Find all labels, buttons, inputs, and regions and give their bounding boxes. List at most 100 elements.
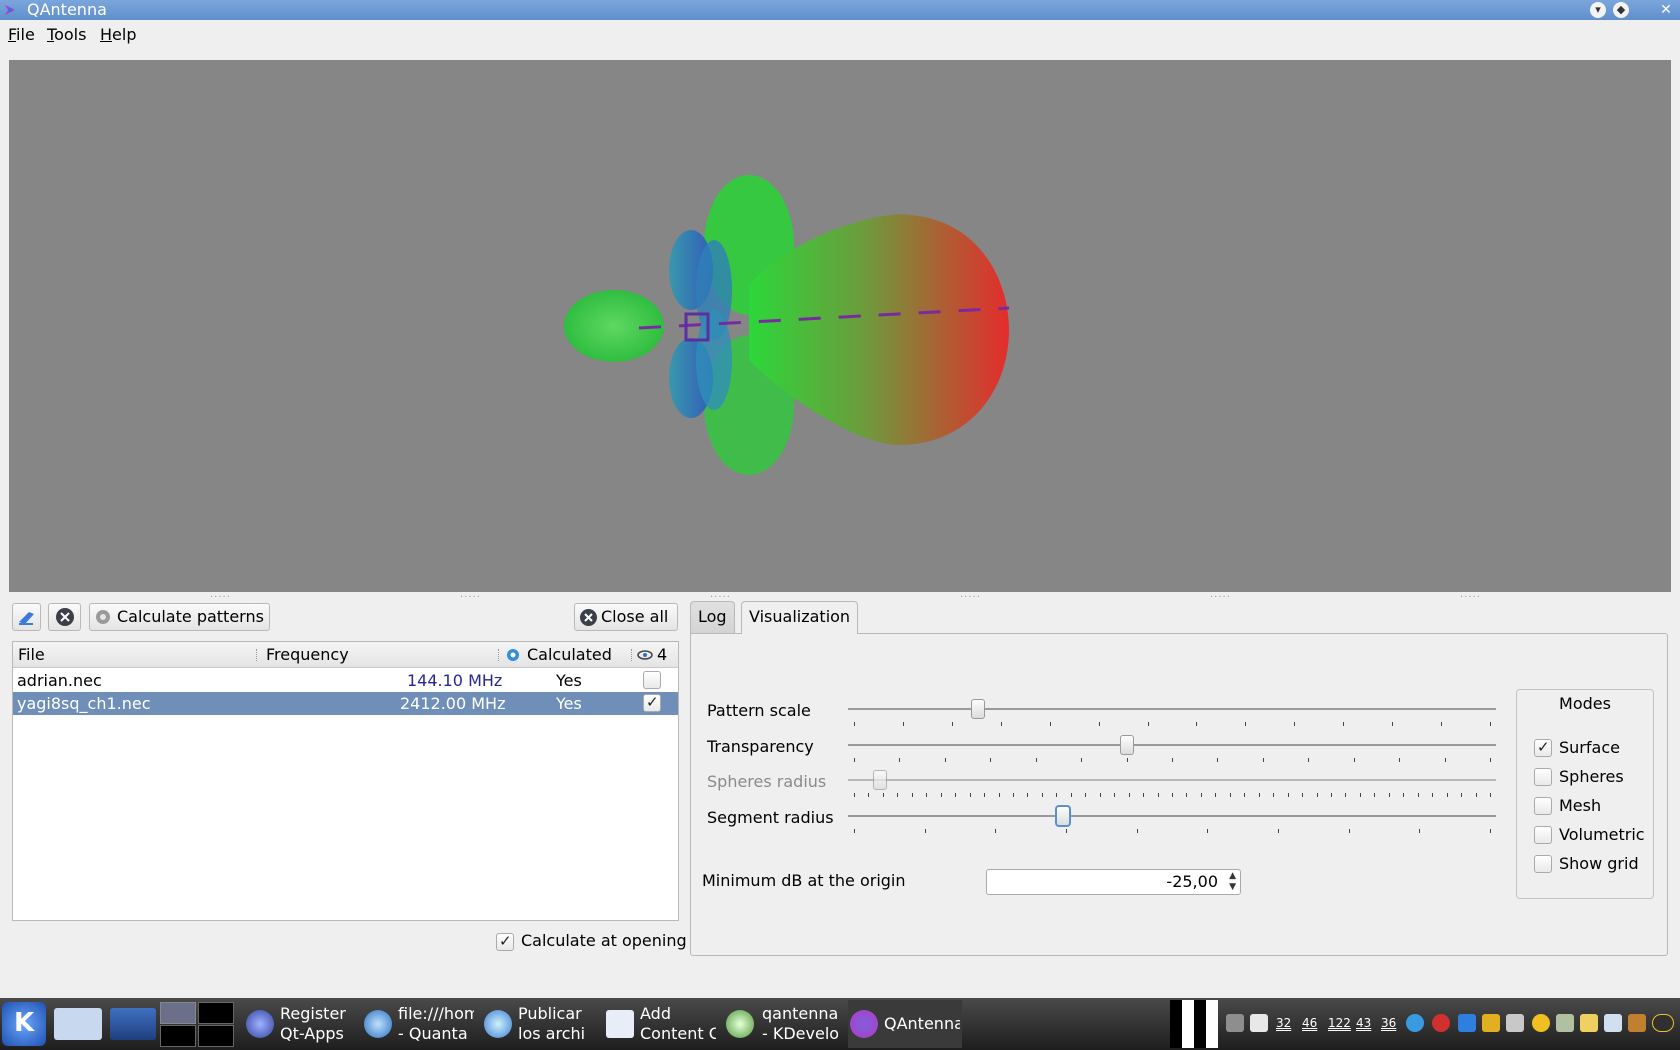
music-icon[interactable] (1556, 1014, 1574, 1032)
splitter-handle[interactable]: ····· (460, 592, 481, 603)
slider-tick (1027, 793, 1029, 797)
task-kdevelop[interactable]: qantenna - KDevelo (726, 1000, 840, 1048)
calculate-patterns-button[interactable]: Calculate patterns (89, 603, 270, 631)
table-row[interactable]: yagi8sq_ch1.nec 2412.00 MHz Yes (13, 692, 678, 715)
star-icon[interactable] (1532, 1014, 1550, 1032)
remove-icon (56, 608, 74, 626)
kde-menu-button[interactable]: K (2, 1002, 46, 1046)
segment-radius-handle[interactable] (1054, 805, 1071, 827)
splitter-handle[interactable]: ····· (210, 592, 231, 603)
column-header-frequency[interactable]: Frequency (266, 645, 349, 664)
segment-radius-slider[interactable] (848, 815, 1496, 817)
pager-desktop-2[interactable] (198, 1002, 234, 1024)
task-title: QAntenna (884, 1014, 960, 1033)
pager-desktop-1[interactable] (160, 1002, 196, 1024)
spinbox-arrows-icon[interactable]: ▲ ▼ (1229, 871, 1236, 893)
slider-tick (1143, 793, 1145, 797)
file-table[interactable]: File Frequency Calculated 4 adrian.nec 1… (12, 641, 679, 921)
remove-file-button[interactable] (48, 603, 81, 631)
task-qantenna[interactable]: QAntenna (848, 1000, 962, 1048)
menu-file[interactable]: File (8, 25, 35, 44)
bluetooth-icon[interactable] (1432, 1014, 1450, 1032)
volumetric-checkbox[interactable] (1534, 826, 1552, 844)
clipboard-icon[interactable] (1250, 1014, 1268, 1032)
calculate-at-opening-label[interactable]: Calculate at opening (521, 931, 687, 950)
task-register[interactable]: Register Qt-Apps (246, 1000, 356, 1048)
radiation-pattern-viewport[interactable] (9, 60, 1671, 592)
close-all-button[interactable]: Close all (574, 603, 678, 631)
slider-tick (854, 722, 855, 726)
desktop-preview-icon[interactable] (110, 1008, 156, 1040)
pager-desktop-4[interactable] (198, 1025, 234, 1047)
volume-icon[interactable] (1506, 1014, 1524, 1032)
display-icon[interactable] (1604, 1014, 1622, 1032)
pattern-scale-slider[interactable] (848, 708, 1496, 710)
modes-group: Modes Surface Spheres Mesh Volumetric Sh… (1516, 689, 1654, 899)
slider-tick (995, 829, 997, 833)
menu-tools[interactable]: Tools (47, 25, 86, 44)
calculate-at-opening-checkbox[interactable] (496, 932, 514, 951)
show-desktop-icon[interactable] (54, 1008, 102, 1040)
slider-tick (1098, 722, 1100, 726)
slider-tick (1316, 793, 1318, 797)
slider-tick (1000, 722, 1002, 726)
slider-tick (1287, 793, 1289, 797)
task-add-content[interactable]: Add Content C (606, 1000, 718, 1048)
mesh-checkbox[interactable] (1534, 797, 1552, 815)
network-icon[interactable] (1406, 1014, 1424, 1032)
slider-tick (1207, 829, 1209, 833)
drive-icon[interactable] (1226, 1014, 1244, 1032)
transparency-label: Transparency (707, 737, 814, 756)
row-file-name: yagi8sq_ch1.nec (17, 694, 151, 713)
system-monitor-icon[interactable] (1170, 1000, 1218, 1048)
close-icon (580, 609, 597, 626)
splitter-handle[interactable]: ····· (1460, 592, 1481, 603)
slider-tick (1136, 829, 1138, 833)
power-icon[interactable] (1580, 1014, 1598, 1032)
package-icon[interactable] (1628, 1014, 1646, 1032)
slider-tick (1114, 793, 1116, 797)
slider-tick (1196, 722, 1198, 726)
slider-tick (926, 793, 928, 797)
row-visible-checkbox[interactable] (643, 693, 661, 712)
splitter-handle[interactable]: ····· (960, 592, 981, 603)
menu-help[interactable]: Help (100, 25, 136, 44)
table-row[interactable]: adrian.nec 144.10 MHz Yes (13, 669, 678, 692)
column-header-file[interactable]: File (18, 645, 45, 664)
surface-checkbox[interactable] (1534, 738, 1552, 757)
tab-visualization[interactable]: Visualization (741, 601, 859, 634)
spheres-radius-slider (848, 779, 1496, 781)
spheres-checkbox[interactable] (1534, 768, 1552, 786)
slider-tick (1446, 793, 1448, 797)
column-header-calculated[interactable]: Calculated (527, 645, 612, 664)
transparency-handle[interactable] (1119, 735, 1134, 755)
pattern-scale-handle[interactable] (970, 699, 985, 719)
row-frequency: 2412.00 MHz (400, 694, 506, 713)
quanta-icon (364, 1010, 392, 1038)
maximize-icon[interactable]: ◆ (1613, 2, 1629, 18)
task-quanta[interactable]: file:///hom - Quanta (364, 1000, 476, 1048)
open-file-button[interactable] (12, 603, 41, 631)
minimize-icon[interactable]: ▾ (1590, 2, 1606, 18)
transparency-slider[interactable] (848, 744, 1496, 746)
close-icon[interactable]: ✕ (1658, 2, 1674, 18)
slider-tick (924, 829, 926, 833)
qantenna-icon (850, 1010, 878, 1038)
kopete-icon[interactable] (1458, 1014, 1476, 1032)
tray-value: 122 (1328, 1016, 1351, 1030)
menu-bar: File Tools Help (0, 20, 1680, 50)
tab-log[interactable]: Log (690, 601, 735, 633)
min-db-spinbox[interactable]: -25,00 ▲ ▼ (986, 869, 1241, 895)
notes-icon[interactable] (1482, 1014, 1500, 1032)
kdevelop-icon (726, 1010, 754, 1038)
show-grid-checkbox[interactable] (1534, 855, 1552, 873)
pager-desktop-3[interactable] (160, 1025, 196, 1047)
slider-tick (1353, 758, 1355, 762)
slider-tick (1099, 793, 1101, 797)
row-visible-checkbox[interactable] (643, 671, 661, 689)
slider-tick (882, 793, 884, 797)
splitter-handle[interactable]: ····· (1210, 592, 1231, 603)
moon-icon[interactable] (1652, 1014, 1674, 1032)
min-db-label: Minimum dB at the origin (702, 871, 906, 890)
task-publicar[interactable]: Publicar los archi (484, 1000, 596, 1048)
